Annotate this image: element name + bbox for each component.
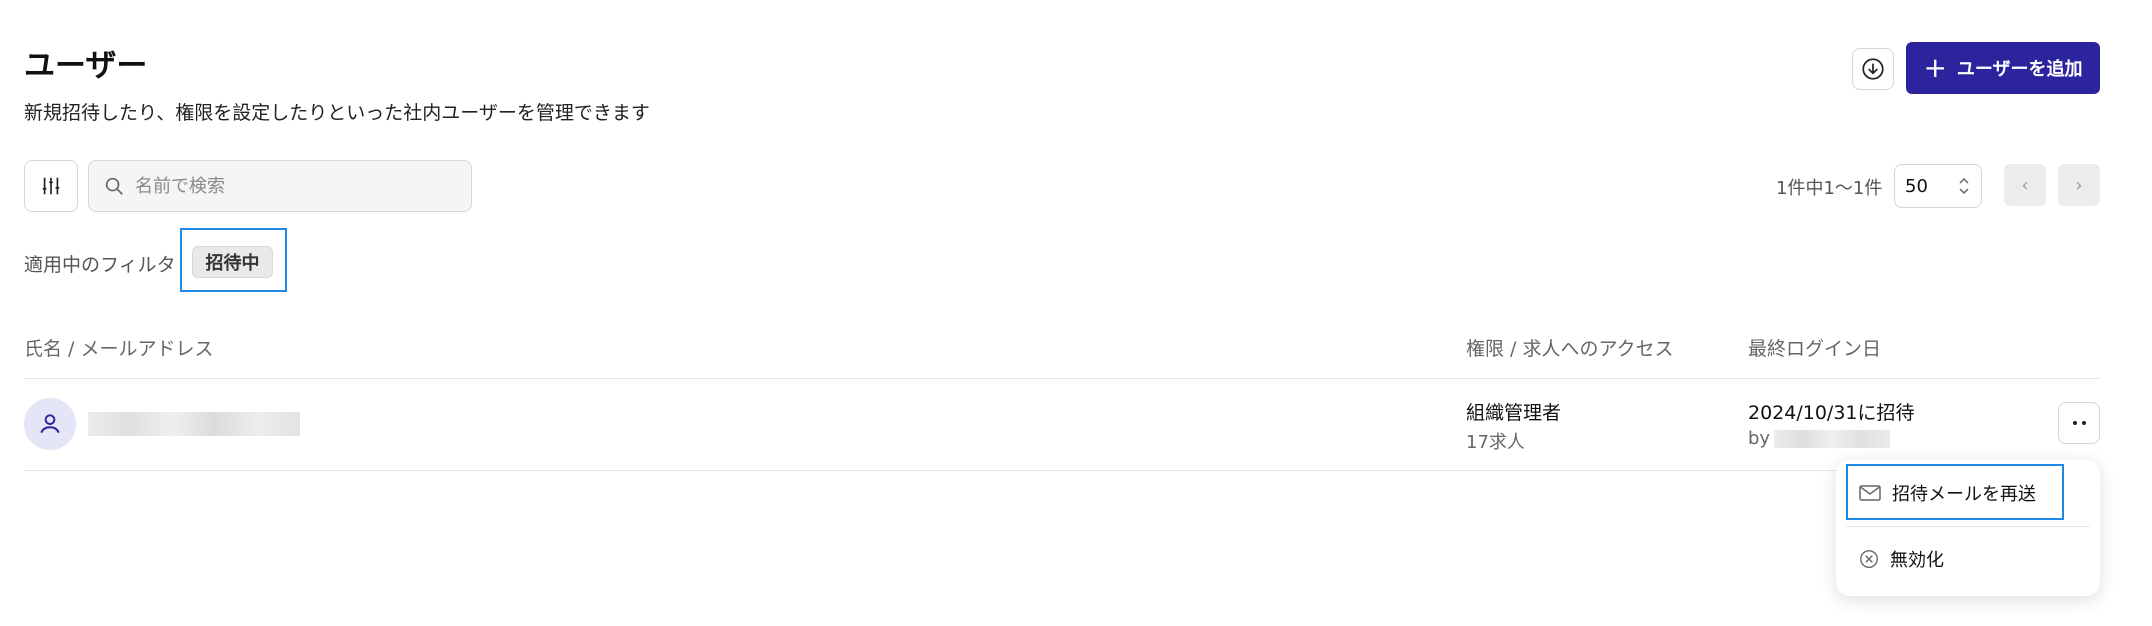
user-icon (40, 414, 60, 434)
row-more-button[interactable] (2058, 402, 2100, 444)
applied-filters-label: 適用中のフィルタ (24, 254, 176, 276)
more-dots-icon (2072, 421, 2077, 425)
page-title: ユーザー (24, 48, 148, 84)
search-input[interactable] (135, 175, 455, 197)
per-page-value: 50 (1905, 175, 1928, 197)
menu-divider (1846, 526, 2090, 527)
mail-icon (1859, 485, 1881, 501)
add-user-label: ユーザーを追加 (1956, 59, 2083, 80)
filter-chip-invited[interactable]: 招待中 (192, 246, 273, 278)
circle-x-icon (1860, 550, 1878, 568)
redacted-user-name (88, 412, 300, 436)
resend-invite-menu-item[interactable]: 招待メールを再送 (1858, 480, 2036, 506)
column-header-last-login[interactable]: 最終ログイン日 (1748, 334, 1881, 361)
column-header-role[interactable]: 権限 / 求人へのアクセス (1466, 334, 1674, 361)
deactivate-label: 無効化 (1890, 550, 1944, 571)
user-role: 組織管理者 (1466, 402, 1562, 424)
download-circle-icon (1862, 58, 1884, 80)
header-divider (24, 378, 2100, 379)
user-job-access: 17求人 (1466, 432, 1525, 453)
pagination-count: 1件中1〜1件 (1776, 178, 1883, 199)
resend-invite-label: 招待メールを再送 (1892, 484, 2036, 505)
users-page: ユーザー 新規招待したり、権限を設定したりといった社内ユーザーを管理できます +… (0, 0, 2152, 626)
search-icon (105, 177, 123, 195)
redacted-inviter-name (1774, 430, 1890, 448)
prev-page-button[interactable]: ‹ (2004, 164, 2046, 206)
per-page-select[interactable]: 50 (1894, 164, 1982, 208)
chevron-up-down-icon (1959, 177, 1969, 195)
row-divider (24, 470, 2100, 471)
chevron-right-icon: › (2075, 174, 2083, 196)
page-subtitle: 新規招待したり、権限を設定したりといった社内ユーザーを管理できます (24, 102, 650, 124)
invited-by-prefix: by (1748, 428, 1771, 449)
avatar (24, 398, 76, 450)
chevron-left-icon: ‹ (2021, 174, 2029, 196)
next-page-button[interactable]: › (2058, 164, 2100, 206)
filter-button[interactable] (24, 160, 78, 212)
export-button[interactable] (1852, 48, 1894, 90)
last-login-date: 2024/10/31に招待 (1748, 402, 1915, 424)
plus-icon: + (1923, 51, 1947, 84)
add-user-button[interactable]: + ユーザーを追加 (1906, 42, 2100, 94)
more-dots-icon-dot (2081, 421, 2086, 425)
search-box[interactable] (88, 160, 472, 212)
column-header-name[interactable]: 氏名 / メールアドレス (24, 334, 213, 361)
sliders-icon (42, 177, 60, 195)
deactivate-menu-item[interactable]: 無効化 (1858, 546, 1944, 572)
